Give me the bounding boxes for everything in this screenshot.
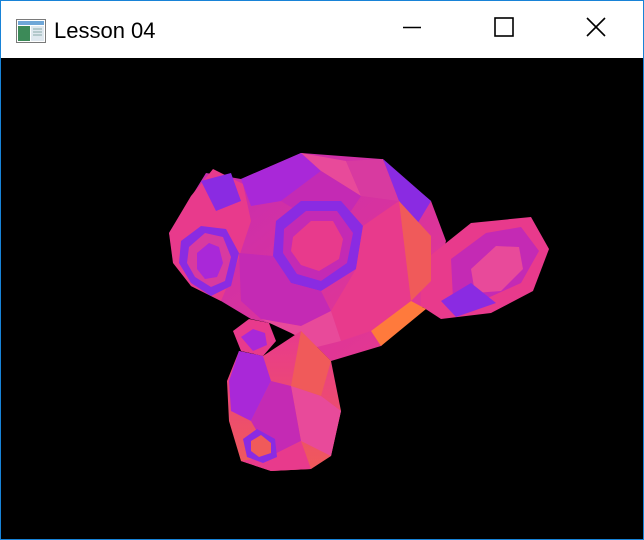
window-title: Lesson 04	[54, 18, 156, 43]
close-button[interactable]	[550, 1, 642, 58]
minimize-icon	[402, 17, 422, 42]
monkey-head-3d-model	[169, 153, 549, 471]
maximize-button[interactable]	[458, 1, 550, 58]
render-viewport[interactable]	[1, 58, 643, 539]
close-icon	[585, 16, 607, 43]
application-window: Lesson 04	[0, 0, 644, 540]
title-bar[interactable]: Lesson 04	[1, 1, 643, 58]
app-window-icon[interactable]	[16, 19, 46, 43]
maximize-icon	[493, 16, 515, 43]
minimize-button[interactable]	[366, 1, 458, 58]
